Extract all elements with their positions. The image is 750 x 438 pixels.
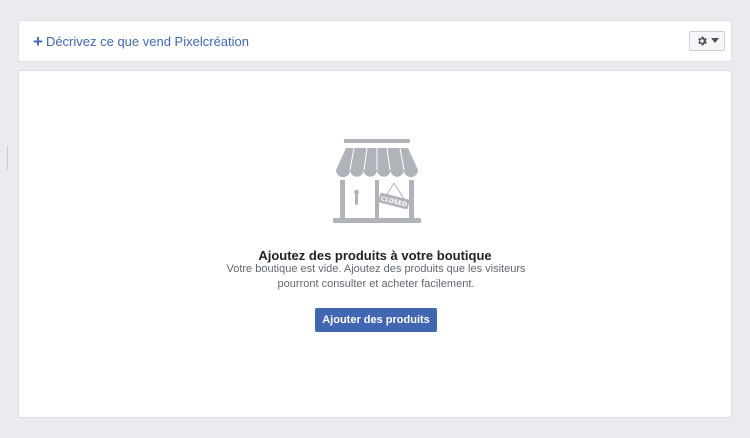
describe-shop-label: Décrivez ce que vend Pixelcréation — [45, 34, 249, 49]
gear-icon — [697, 36, 707, 46]
describe-shop-link[interactable]: + Décrivez ce que vend Pixelcréation — [33, 33, 249, 51]
shop-description-bar: + Décrivez ce que vend Pixelcréation — [18, 20, 732, 62]
add-products-button[interactable]: Ajouter des produits — [315, 308, 437, 332]
resize-handle[interactable] — [7, 146, 8, 170]
caret-down-icon — [710, 38, 719, 43]
plus-icon: + — [33, 32, 43, 51]
settings-dropdown-button[interactable] — [689, 31, 725, 51]
shop-empty-panel: CLOSED Ajoutez des produits à votre bout… — [18, 70, 732, 418]
empty-state-description: Votre boutique est vide. Ajoutez des pro… — [226, 263, 526, 290]
closed-store-icon: CLOSED — [333, 139, 421, 223]
